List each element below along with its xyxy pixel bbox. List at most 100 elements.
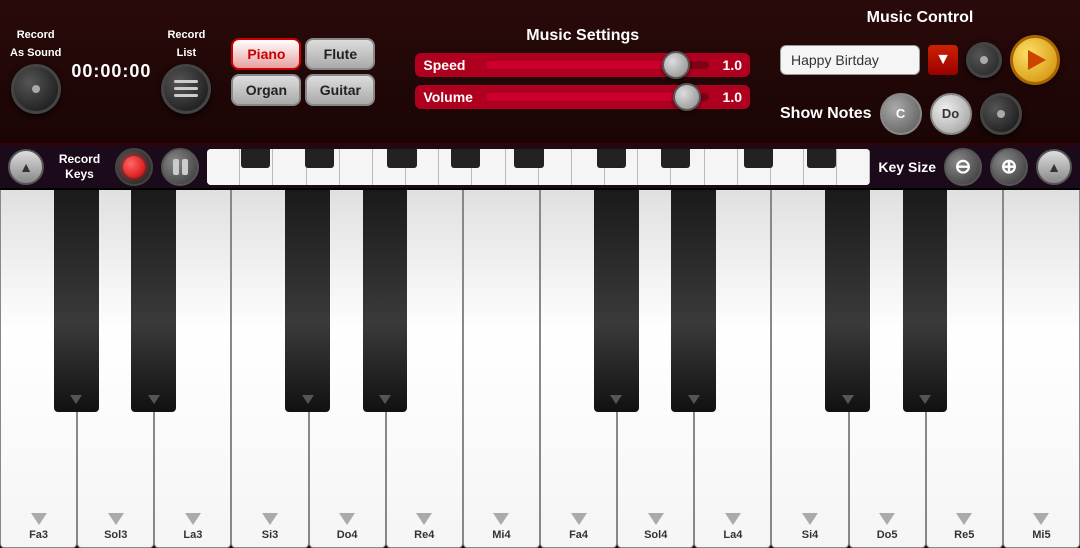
white-key-label: Do5 — [877, 529, 898, 541]
show-notes-row: Show Notes C Do — [780, 93, 1060, 135]
record-button[interactable] — [115, 148, 153, 186]
black-key-after-sol4[interactable] — [671, 190, 716, 412]
instrument-piano-button[interactable]: Piano — [231, 38, 301, 70]
list-line-1 — [174, 80, 198, 83]
white-key-indicator — [648, 513, 664, 525]
song-row: Happy Birtday ▼ — [780, 35, 1060, 85]
play-button[interactable] — [1010, 35, 1060, 85]
pause-bar-1 — [173, 159, 179, 175]
music-control-title: Music Control — [780, 9, 1060, 27]
key-size-increase-button[interactable]: ⊕ — [990, 148, 1028, 186]
white-key-mi4[interactable]: Mi4 — [463, 190, 540, 548]
white-key-label: Sol3 — [104, 529, 127, 541]
black-key-after-fa3[interactable] — [54, 190, 99, 412]
record-as-sound-label2: As Sound — [10, 47, 61, 60]
white-key-indicator — [108, 513, 124, 525]
mini-piano-display — [207, 149, 870, 185]
key-size-decrease-button[interactable]: ⊖ — [944, 148, 982, 186]
pause-bar-2 — [182, 159, 188, 175]
list-line-3 — [174, 94, 198, 97]
record-as-sound-label: Record — [17, 29, 55, 42]
black-key-after-do5[interactable] — [903, 190, 948, 412]
scroll-right-button[interactable]: ▲ — [1036, 149, 1072, 185]
record-list-section: Record List — [161, 29, 211, 113]
white-key-indicator — [31, 513, 47, 525]
black-key-after-do4[interactable] — [363, 190, 408, 412]
knob-dot-2 — [980, 56, 988, 64]
volume-value: 1.0 — [717, 89, 742, 105]
white-key-indicator — [571, 513, 587, 525]
white-key-label: Mi4 — [492, 529, 510, 541]
scroll-up-button[interactable]: ▲ — [8, 149, 44, 185]
pause-button[interactable] — [161, 148, 199, 186]
speed-label: Speed — [423, 57, 478, 73]
instrument-buttons: Piano Flute Organ Guitar — [231, 38, 375, 106]
record-as-sound-knob[interactable] — [11, 64, 61, 114]
top-bar: Record As Sound 00:00:00 Record List Pia… — [0, 0, 1080, 145]
instrument-organ-button[interactable]: Organ — [231, 74, 301, 106]
white-key-label: Fa3 — [29, 529, 48, 541]
speed-slider-track[interactable] — [486, 61, 709, 69]
instrument-row: Piano Flute — [231, 38, 375, 70]
instrument-row-2: Organ Guitar — [231, 74, 375, 106]
white-key-indicator — [493, 513, 509, 525]
white-key-indicator — [879, 513, 895, 525]
middle-bar: ▲ RecordKeys — [0, 145, 1080, 190]
list-line-2 — [174, 87, 198, 90]
black-key-indicator — [302, 395, 314, 404]
white-key-indicator — [725, 513, 741, 525]
song-extra-knob[interactable] — [966, 42, 1002, 78]
black-key-indicator — [919, 395, 931, 404]
black-key-after-si4[interactable] — [825, 190, 870, 412]
white-key-indicator — [1033, 513, 1049, 525]
white-key-label: Mi5 — [1032, 529, 1050, 541]
white-key-indicator — [956, 513, 972, 525]
white-key-label: Re5 — [954, 529, 974, 541]
instrument-guitar-button[interactable]: Guitar — [305, 74, 375, 106]
instrument-flute-button[interactable]: Flute — [305, 38, 375, 70]
note-c-button[interactable]: C — [880, 93, 922, 135]
show-notes-label: Show Notes — [780, 105, 872, 123]
black-key-indicator — [842, 395, 854, 404]
white-key-indicator — [416, 513, 432, 525]
piano-keyboard: Fa3Sol3La3Si3Do4Re4Mi4Fa4Sol4La4Si4Do5Re… — [0, 190, 1080, 548]
black-key-after-sol3[interactable] — [131, 190, 176, 412]
black-key-after-si3[interactable] — [285, 190, 330, 412]
dropdown-arrow-icon[interactable]: ▼ — [928, 45, 958, 75]
white-key-label: Re4 — [414, 529, 434, 541]
record-as-sound-section: Record As Sound — [10, 29, 61, 113]
white-key-indicator — [802, 513, 818, 525]
volume-slider-track[interactable] — [486, 93, 709, 101]
volume-slider-row: Volume 1.0 — [415, 85, 750, 109]
record-list-label2: List — [177, 47, 197, 60]
white-key-indicator — [262, 513, 278, 525]
black-key-after-fa4[interactable] — [594, 190, 639, 412]
white-key-indicator — [185, 513, 201, 525]
black-key-indicator — [610, 395, 622, 404]
white-key-label: Do4 — [337, 529, 358, 541]
white-key-label: Sol4 — [644, 529, 667, 541]
speed-value: 1.0 — [717, 57, 742, 73]
volume-slider-thumb[interactable] — [673, 83, 701, 111]
black-key-indicator — [70, 395, 82, 404]
white-key-mi5[interactable]: Mi5 — [1003, 190, 1080, 548]
record-list-knob[interactable] — [161, 64, 211, 114]
note-do-button[interactable]: Do — [930, 93, 972, 135]
app-container: Record As Sound 00:00:00 Record List Pia… — [0, 0, 1080, 548]
music-settings-section: Music Settings Speed 1.0 Volume 1.0 — [395, 27, 770, 117]
black-key-indicator — [379, 395, 391, 404]
play-icon — [1028, 50, 1046, 70]
song-name: Happy Birtday — [791, 52, 879, 68]
key-size-label: Key Size — [878, 159, 936, 175]
record-keys-label: RecordKeys — [52, 152, 107, 181]
timer-display: 00:00:00 — [71, 61, 151, 82]
white-key-label: Fa4 — [569, 529, 588, 541]
record-dot-icon — [123, 156, 145, 178]
note-settings-knob[interactable] — [980, 93, 1022, 135]
piano-wrapper: Fa3Sol3La3Si3Do4Re4Mi4Fa4Sol4La4Si4Do5Re… — [0, 190, 1080, 548]
music-settings-title: Music Settings — [415, 27, 750, 45]
white-key-indicator — [339, 513, 355, 525]
speed-slider-thumb[interactable] — [662, 51, 690, 79]
black-key-indicator — [148, 395, 160, 404]
song-select[interactable]: Happy Birtday — [780, 45, 920, 75]
